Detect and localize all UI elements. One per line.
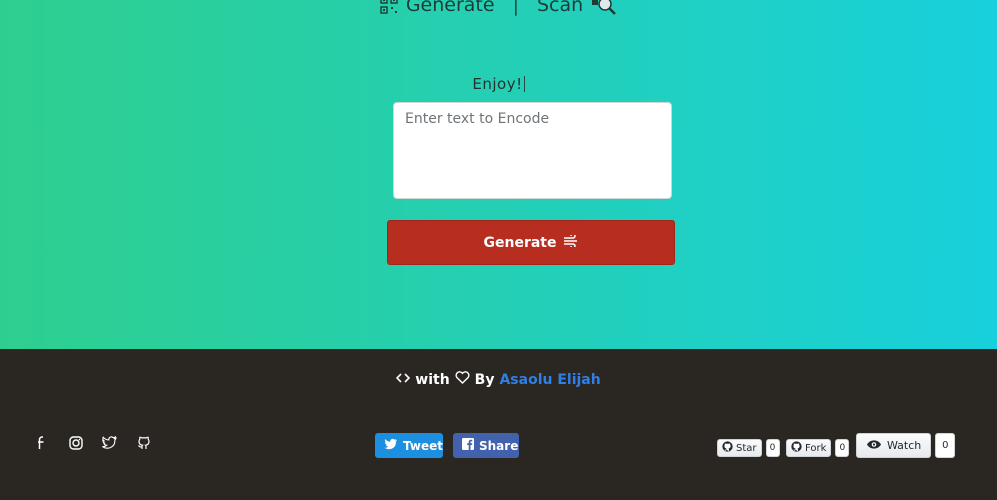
eye-icon — [866, 439, 882, 453]
github-star-button[interactable]: Star — [717, 439, 762, 457]
enjoy-text: Enjoy! — [0, 75, 997, 93]
github-mark-icon — [722, 441, 733, 455]
twitter-bird-icon — [384, 438, 398, 453]
top-nav: Generate | Scan — [0, 0, 997, 20]
encode-text-input[interactable] — [393, 102, 672, 199]
github-icon[interactable] — [136, 435, 151, 450]
credit-with: with — [415, 371, 450, 388]
qr-code-icon — [380, 0, 398, 14]
share-buttons: Tweet Share — [375, 433, 519, 458]
twitter-icon[interactable] — [102, 435, 117, 450]
nav-separator: | — [512, 0, 519, 16]
nav-generate-label: Generate — [405, 0, 495, 16]
credit-by: By — [474, 371, 495, 388]
author-link[interactable]: Asaolu Elijah — [499, 372, 600, 388]
github-fork-button[interactable]: Fork — [786, 439, 832, 457]
github-fork-widget: Fork 0 — [786, 439, 850, 457]
tweet-button[interactable]: Tweet — [375, 433, 443, 458]
github-fork-count[interactable]: 0 — [835, 439, 850, 457]
tweet-label: Tweet — [403, 438, 443, 453]
share-label: Share — [479, 438, 519, 453]
github-watch-count[interactable]: 0 — [935, 433, 956, 458]
github-watch-button[interactable]: Watch — [856, 433, 932, 458]
code-icon — [396, 372, 411, 388]
nav-scan-label: Scan — [536, 0, 584, 16]
facebook-square-icon — [462, 438, 474, 453]
generate-button-label: Generate — [483, 234, 557, 251]
social-icons — [34, 435, 151, 450]
credit-line: with By Asaolu Elijah — [0, 371, 997, 388]
hero-section: Generate | Scan Enjoy! Generate — [0, 0, 997, 349]
facebook-share-button[interactable]: Share — [453, 433, 519, 458]
heart-icon — [455, 371, 470, 388]
nav-scan-link[interactable]: Scan — [537, 0, 617, 16]
nav-generate-link[interactable]: Generate — [380, 0, 495, 16]
facebook-icon[interactable] — [34, 435, 49, 450]
typing-caret — [523, 76, 525, 92]
github-fork-label: Fork — [805, 442, 827, 454]
github-mark-icon — [791, 441, 802, 455]
github-star-widget: Star 0 — [717, 439, 780, 457]
github-watch-widget: Watch 0 — [856, 433, 956, 458]
generate-button[interactable]: Generate — [387, 220, 675, 265]
github-watch-label: Watch — [887, 439, 922, 452]
magnifier-icon — [591, 0, 617, 16]
github-star-count[interactable]: 0 — [765, 439, 780, 457]
enjoy-label: Enjoy! — [472, 75, 523, 93]
instagram-icon[interactable] — [68, 435, 83, 450]
wind-icon — [563, 232, 579, 251]
github-star-label: Star — [736, 442, 757, 454]
footer: with By Asaolu Elijah Tweet Share Star 0… — [0, 349, 997, 500]
